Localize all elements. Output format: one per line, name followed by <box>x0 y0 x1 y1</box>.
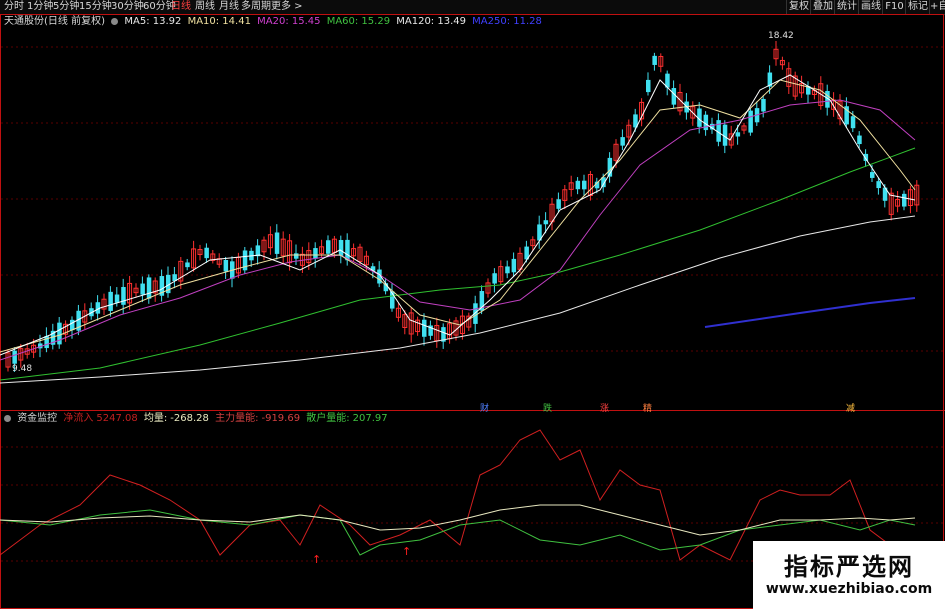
ma10-label: MA10: 14.41 <box>187 16 251 27</box>
candle-body <box>70 319 75 331</box>
candlesticks <box>5 40 920 373</box>
event-marker-select[interactable]: 精 <box>643 401 652 414</box>
candle-body <box>857 135 862 145</box>
sub-title[interactable]: 资金监控 <box>17 413 57 424</box>
avg-volume-label: 均量: <box>143 413 168 424</box>
main-title[interactable]: 天通股份(日线 前复权) <box>4 16 105 27</box>
candle-body <box>146 277 152 299</box>
candle-body <box>652 55 657 65</box>
ma20-label: MA20: 15.45 <box>257 16 321 27</box>
candle-body <box>620 137 625 146</box>
chart-window: 分时 1分钟 5分钟 15分钟 30分钟 60分钟 日线 周线 月线 多周期 更多 > 复权 叠加 统计… <box>0 0 945 609</box>
candle-body <box>543 220 549 225</box>
candle-body <box>223 260 229 272</box>
main-force-label: 主力量能: <box>215 413 259 424</box>
candle-body <box>12 350 17 364</box>
high-price-label: 18.42 <box>768 31 794 41</box>
ma60-line <box>0 147 916 381</box>
main-legend: 天通股份(日线 前复权) MA5: 13.92 MA10: 14.41 MA20… <box>4 16 545 28</box>
candle-body <box>204 247 209 259</box>
candle-body <box>850 116 856 129</box>
candle-body <box>114 294 120 303</box>
candle-body <box>902 193 907 207</box>
ma10-line <box>0 79 916 353</box>
candle-body <box>671 88 677 105</box>
ma120-line <box>0 215 916 384</box>
kline-svg <box>0 14 945 609</box>
avg-volume-line <box>0 504 916 536</box>
retail-value: 207.97 <box>352 413 388 424</box>
candle-body <box>345 239 350 261</box>
candle-body <box>735 132 741 137</box>
candle-body <box>761 98 766 112</box>
candle-body <box>274 232 280 254</box>
candle-body <box>492 273 497 284</box>
candle-body <box>294 253 299 259</box>
candle-body <box>575 180 581 190</box>
candle-body <box>505 266 510 274</box>
ma5-line <box>0 74 916 356</box>
candle-body <box>121 287 126 305</box>
buy-arrow-icon: ↑ <box>312 553 322 566</box>
ma60-label: MA60: 15.29 <box>326 16 391 27</box>
ma250-label: MA250: 11.28 <box>472 16 542 27</box>
ma5-label: MA5: 13.92 <box>124 16 182 27</box>
event-marker-finance[interactable]: 财 <box>480 401 489 414</box>
ma250-line <box>704 297 916 328</box>
candle-body <box>140 283 145 295</box>
candle-body <box>646 79 651 93</box>
candle-body <box>108 291 113 311</box>
ma120-label: MA120: 13.49 <box>396 16 466 27</box>
event-marker-reduce[interactable]: 减 <box>846 401 855 414</box>
candle-body <box>326 240 331 254</box>
retail-label: 散户量能: <box>306 413 350 424</box>
moving-average-lines <box>0 74 916 384</box>
settings-icon[interactable] <box>4 415 11 422</box>
settings-icon[interactable] <box>111 18 119 25</box>
event-marker-fall[interactable]: 跌 <box>543 401 552 414</box>
net-inflow-label: 净流入 <box>63 413 94 424</box>
candle-body <box>876 181 881 189</box>
candle-body <box>313 248 318 259</box>
event-marker-rise[interactable]: 涨 <box>600 401 609 414</box>
candle-body <box>185 262 190 268</box>
candle-body <box>863 153 869 161</box>
candle-body <box>870 172 875 178</box>
candle-body <box>556 199 561 209</box>
buy-arrow-icon: ↑ <box>402 545 412 558</box>
sub-legend: 资金监控 净流入 5247.08 均量: -268.28 主力量能: -919.69 … <box>4 413 391 425</box>
candle-body <box>582 180 587 190</box>
watermark: 指标严选网 www.xuezhibiao.com <box>753 541 945 609</box>
candle-body <box>511 258 517 273</box>
candle-body <box>338 240 344 256</box>
net-inflow-value: 5247.08 <box>96 413 138 424</box>
avg-volume-value: -268.28 <box>170 413 209 424</box>
watermark-cn: 指标严选网 <box>784 553 914 581</box>
low-price-label: 9.48 <box>12 364 33 374</box>
candle-body <box>748 110 753 133</box>
main-force-value: -919.69 <box>261 413 301 424</box>
watermark-en: www.xuezhibiao.com <box>765 581 933 597</box>
candle-body <box>422 319 427 337</box>
